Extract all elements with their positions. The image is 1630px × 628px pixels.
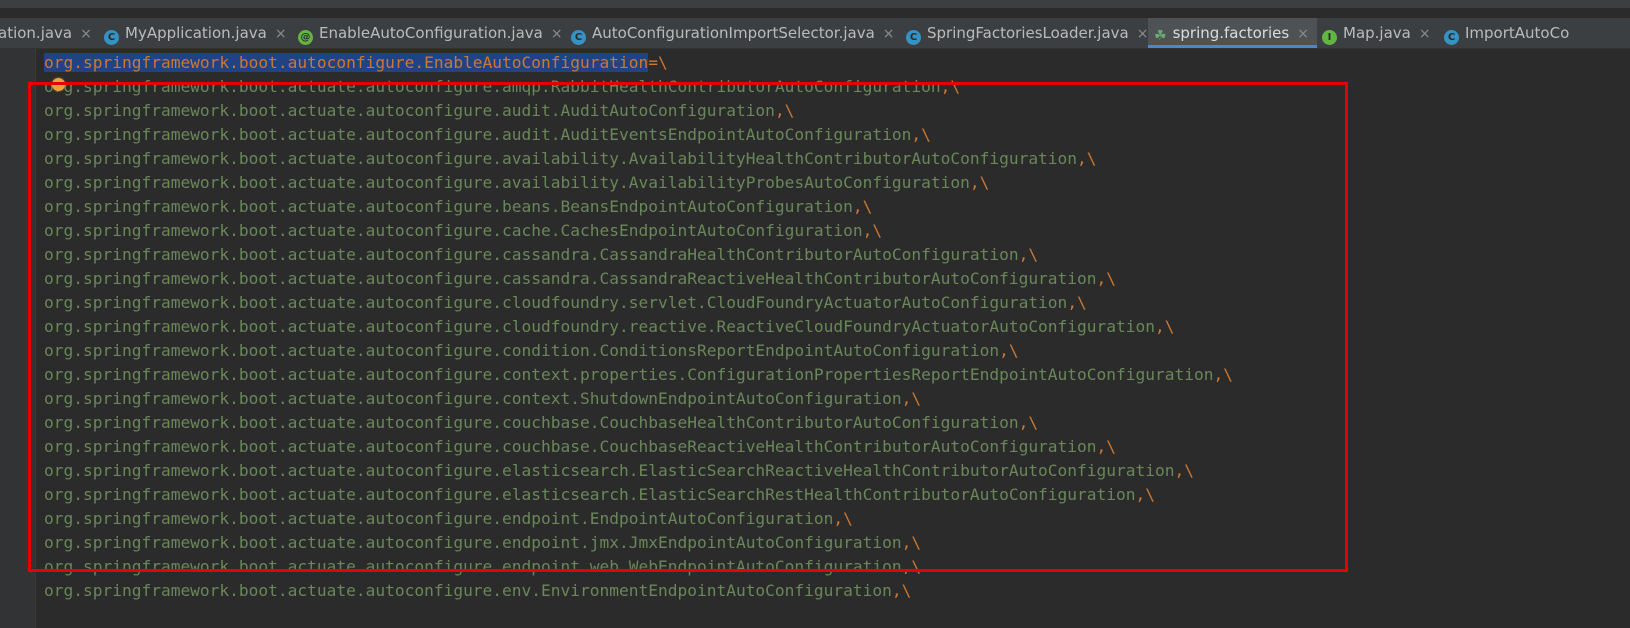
line-continuation: ,\ xyxy=(1096,437,1117,456)
code-line: org.springframework.boot.actuate.autocon… xyxy=(44,461,1195,480)
line-continuation: ,\ xyxy=(901,389,922,408)
line-continuation: =\ xyxy=(648,53,668,72)
line-continuation: ,\ xyxy=(1155,317,1175,336)
tab-label: MyApplication.java xyxy=(125,24,267,42)
code-line: org.springframework.boot.autoconfigure.E… xyxy=(44,51,668,75)
tab-label: Map.java xyxy=(1343,24,1411,42)
line-continuation: ,\ xyxy=(940,77,961,96)
line-continuation: ,\ xyxy=(1018,245,1039,264)
code-line: org.springframework.boot.actuate.autocon… xyxy=(44,509,853,528)
editor-tab-bar: ation.java × MyApplication.java × EnableAu… xyxy=(0,18,1630,49)
navigation-bar xyxy=(0,0,1630,8)
annotation-icon xyxy=(298,30,313,45)
line-continuation: ,\ xyxy=(833,509,853,528)
code-line: org.springframework.boot.actuate.autocon… xyxy=(44,389,922,408)
selected-key: org.springframework.boot.autoconfigure.E… xyxy=(44,53,649,72)
code-line: org.springframework.boot.actuate.autocon… xyxy=(44,485,1156,504)
tab-autoconfigurationimportselector-java[interactable]: AutoConfigurationImportSelector.java × xyxy=(571,18,895,48)
code-line: org.springframework.boot.actuate.autocon… xyxy=(44,341,1019,360)
spring-class-icon xyxy=(104,30,119,45)
class-icon xyxy=(571,30,586,45)
code-line: org.springframework.boot.actuate.autocon… xyxy=(44,149,1097,168)
interface-icon xyxy=(1322,30,1337,45)
tab-spring-factories[interactable]: spring.factories × xyxy=(1148,18,1317,48)
code-line: org.springframework.boot.actuate.autocon… xyxy=(44,437,1117,456)
close-icon[interactable]: × xyxy=(275,26,287,42)
code-line: org.springframework.boot.actuate.autocon… xyxy=(44,173,990,192)
tab-springfactoriesloader-java[interactable]: SpringFactoriesLoader.java × xyxy=(906,18,1148,48)
code-line: org.springframework.boot.actuate.autocon… xyxy=(44,293,1087,312)
tab-ation-java[interactable]: ation.java × xyxy=(0,18,92,48)
code-line: org.springframework.boot.actuate.autocon… xyxy=(44,245,1039,264)
tab-label: SpringFactoriesLoader.java xyxy=(927,24,1129,42)
close-icon[interactable]: × xyxy=(551,26,563,42)
line-continuation: ,\ xyxy=(999,341,1019,360)
code-line: org.springframework.boot.actuate.autocon… xyxy=(44,413,1039,432)
class-icon xyxy=(1444,30,1459,45)
editor-gutter xyxy=(0,49,36,628)
close-icon[interactable]: × xyxy=(80,26,92,42)
lightbulb-icon[interactable] xyxy=(52,78,65,91)
tab-myapplication-java[interactable]: MyApplication.java × xyxy=(104,18,287,48)
line-continuation: ,\ xyxy=(1135,485,1156,504)
tab-label: AutoConfigurationImportSelector.java xyxy=(592,24,875,42)
line-continuation: ,\ xyxy=(891,581,912,600)
code-line: org.springframework.boot.actuate.autocon… xyxy=(44,533,922,552)
tab-label: spring.factories xyxy=(1172,24,1290,42)
code-line: org.springframework.boot.actuate.autocon… xyxy=(44,365,1233,384)
code-line: org.springframework.boot.actuate.autocon… xyxy=(44,269,1117,288)
line-continuation: ,\ xyxy=(1174,461,1195,480)
code-line: org.springframework.boot.actuate.autocon… xyxy=(44,221,883,240)
line-continuation: ,\ xyxy=(1018,413,1039,432)
code-line: org.springframework.boot.actuate.autocon… xyxy=(44,317,1175,336)
tab-map-java[interactable]: Map.java × xyxy=(1322,18,1431,48)
line-continuation: ,\ xyxy=(901,533,922,552)
tab-label: ImportAutoCo xyxy=(1465,24,1570,42)
line-continuation: ,\ xyxy=(911,125,931,144)
line-continuation: ,\ xyxy=(901,557,922,576)
line-continuation: ,\ xyxy=(862,221,883,240)
code-line: org.springframework.boot.actuate.autocon… xyxy=(44,101,795,120)
code-editor[interactable]: org.springframework.boot.autoconfigure.E… xyxy=(36,49,1630,628)
class-icon xyxy=(906,30,921,45)
line-continuation: ,\ xyxy=(1067,293,1087,312)
line-continuation: ,\ xyxy=(1096,269,1117,288)
tab-label: ation.java xyxy=(0,24,73,42)
tab-label: EnableAutoConfiguration.java xyxy=(319,24,543,42)
close-icon[interactable]: × xyxy=(1137,26,1149,42)
line-continuation: ,\ xyxy=(1077,149,1097,168)
line-continuation: ,\ xyxy=(774,101,795,120)
tab-enableautoconfiguration-java[interactable]: EnableAutoConfiguration.java × xyxy=(298,18,563,48)
close-icon[interactable]: × xyxy=(883,26,895,42)
line-continuation: ,\ xyxy=(969,173,990,192)
close-icon[interactable]: × xyxy=(1419,26,1431,42)
code-line: org.springframework.boot.actuate.autocon… xyxy=(44,581,912,600)
spring-leaf-icon xyxy=(1154,29,1167,44)
code-line: org.springframework.boot.actuate.autocon… xyxy=(44,197,873,216)
code-line: org.springframework.boot.actuate.autocon… xyxy=(44,557,922,576)
line-continuation: ,\ xyxy=(852,197,873,216)
line-continuation: ,\ xyxy=(1213,365,1233,384)
close-icon[interactable]: × xyxy=(1297,26,1309,42)
tab-importautoco[interactable]: ImportAutoCo xyxy=(1444,18,1569,48)
code-line: org.springframework.boot.actuate.autocon… xyxy=(44,77,961,96)
code-line: org.springframework.boot.actuate.autocon… xyxy=(44,125,931,144)
